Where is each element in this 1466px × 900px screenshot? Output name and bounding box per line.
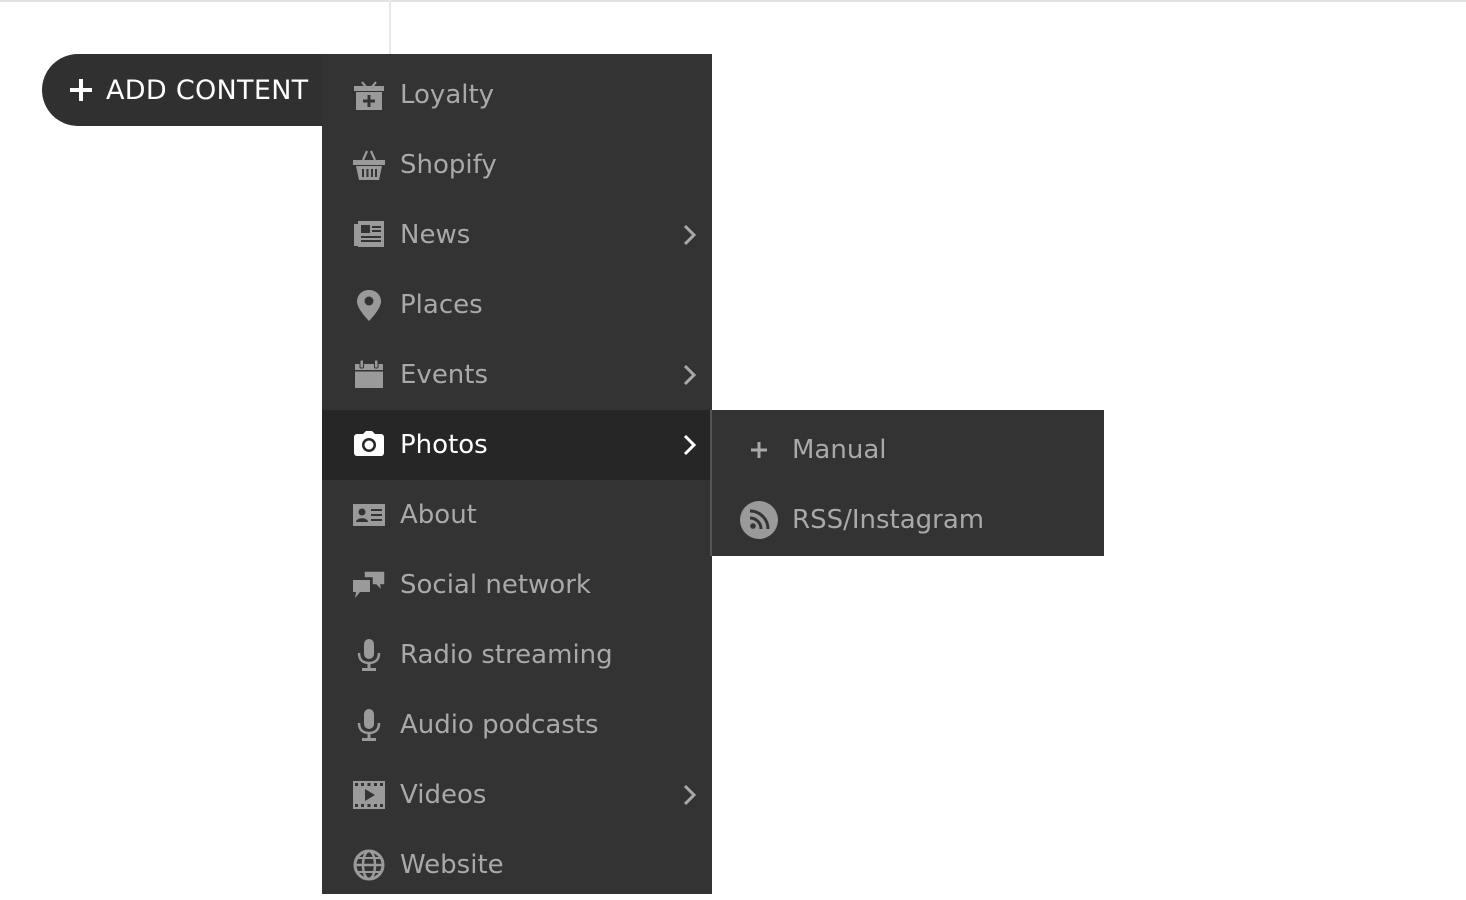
chat-bubbles-icon	[352, 568, 386, 602]
submenu-item-rss-instagram[interactable]: RSS/Instagram	[712, 485, 1104, 555]
menu-item-videos[interactable]: Videos	[322, 760, 712, 830]
menu-item-social-network[interactable]: Social network	[322, 550, 712, 620]
calendar-icon	[352, 358, 386, 392]
basket-icon	[352, 148, 386, 182]
menu-item-about[interactable]: About	[322, 480, 712, 550]
add-content-menu: Loyalty Shopify News Places Events Photo…	[322, 54, 712, 894]
menu-item-audio-podcasts[interactable]: Audio podcasts	[322, 690, 712, 760]
menu-item-label: Shopify	[400, 150, 497, 180]
microphone-icon	[352, 638, 386, 672]
submenu-item-label: RSS/Instagram	[792, 505, 985, 535]
top-border	[0, 0, 1466, 2]
menu-item-label: Website	[400, 850, 504, 880]
rss-icon	[740, 501, 778, 539]
menu-item-places[interactable]: Places	[322, 270, 712, 340]
id-card-icon	[352, 498, 386, 532]
newspaper-icon	[352, 218, 386, 252]
camera-icon	[352, 428, 386, 462]
menu-item-label: Audio podcasts	[400, 710, 599, 740]
submenu-item-manual[interactable]: Manual	[712, 415, 1104, 485]
chevron-right-icon	[683, 434, 697, 456]
plus-icon	[740, 431, 778, 469]
menu-item-news[interactable]: News	[322, 200, 712, 270]
menu-item-label: Events	[400, 360, 489, 390]
plus-icon	[68, 77, 94, 103]
menu-item-radio-streaming[interactable]: Radio streaming	[322, 620, 712, 690]
chevron-right-icon	[683, 784, 697, 806]
menu-item-label: Radio streaming	[400, 640, 613, 670]
add-content-button[interactable]: ADD CONTENT	[42, 54, 342, 126]
menu-item-label: Places	[400, 290, 483, 320]
menu-item-label: Loyalty	[400, 80, 495, 110]
menu-item-label: About	[400, 500, 477, 530]
menu-item-label: Photos	[400, 430, 488, 460]
column-divider	[389, 0, 391, 54]
menu-item-loyalty[interactable]: Loyalty	[322, 60, 712, 130]
submenu-item-label: Manual	[792, 435, 887, 465]
chevron-right-icon	[683, 364, 697, 386]
menu-item-label: News	[400, 220, 471, 250]
menu-item-shopify[interactable]: Shopify	[322, 130, 712, 200]
menu-item-photos[interactable]: Photos	[322, 410, 712, 480]
menu-item-website[interactable]: Website	[322, 830, 712, 900]
add-content-label: ADD CONTENT	[106, 74, 309, 106]
menu-item-label: Social network	[400, 570, 591, 600]
chevron-right-icon	[683, 224, 697, 246]
menu-item-label: Videos	[400, 780, 487, 810]
globe-icon	[352, 848, 386, 882]
menu-item-events[interactable]: Events	[322, 340, 712, 410]
film-icon	[352, 778, 386, 812]
map-pin-icon	[352, 288, 386, 322]
photos-submenu: Manual RSS/Instagram	[710, 410, 1104, 556]
microphone-icon	[352, 708, 386, 742]
gift-icon	[352, 78, 386, 112]
